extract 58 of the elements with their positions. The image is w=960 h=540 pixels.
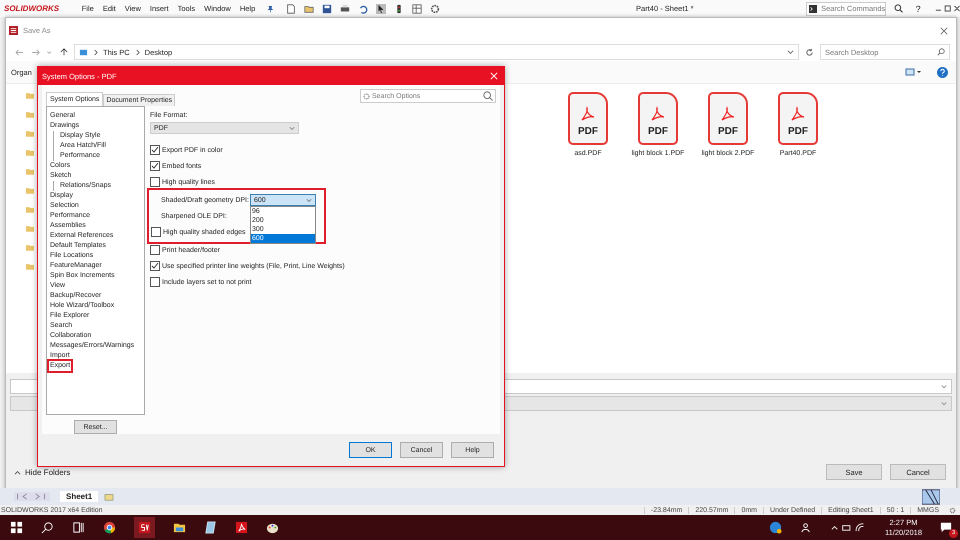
sheet-tab[interactable]: Sheet1 xyxy=(60,491,98,502)
pdf-file-icon: PDF xyxy=(708,92,748,145)
caret-icon[interactable] xyxy=(289,125,295,131)
checkbox[interactable] xyxy=(150,145,160,155)
help-icon[interactable] xyxy=(769,521,782,534)
pdf-file-icon: PDF xyxy=(638,92,678,145)
caret-icon[interactable] xyxy=(941,384,947,390)
app-logo: SOLIDWORKS xyxy=(4,4,60,13)
computer-icon xyxy=(79,48,88,56)
new-document-icon[interactable] xyxy=(286,4,296,14)
task-view-icon[interactable] xyxy=(72,521,85,534)
browser-icon[interactable] xyxy=(103,521,116,534)
up-arrow-icon[interactable] xyxy=(60,48,68,56)
search-icon[interactable] xyxy=(894,3,904,14)
close-icon[interactable] xyxy=(940,26,948,34)
pin-icon[interactable] xyxy=(267,4,274,12)
gear-icon xyxy=(363,92,370,100)
folder-icon[interactable] xyxy=(173,521,186,534)
cad-app-icon[interactable] xyxy=(134,517,155,538)
print-icon[interactable] xyxy=(340,4,350,14)
help-button[interactable]: ? xyxy=(916,4,921,14)
caret-icon[interactable] xyxy=(306,197,312,203)
caret-icon xyxy=(14,468,21,476)
drawing-preview-icon xyxy=(922,488,940,504)
app-icon xyxy=(9,26,18,35)
settings-icon[interactable] xyxy=(430,4,440,14)
sheet-navigation-icon[interactable] xyxy=(12,492,52,501)
window-controls-icon[interactable] xyxy=(934,4,960,13)
windows-start-icon[interactable] xyxy=(10,521,23,534)
search-icon xyxy=(937,48,945,56)
help-icon[interactable] xyxy=(937,66,948,78)
checkbox[interactable] xyxy=(150,261,160,271)
pdf-file-icon: PDF xyxy=(778,92,818,145)
notification-icon[interactable] xyxy=(940,520,952,532)
chevron-icon xyxy=(134,48,140,56)
settings-icon[interactable] xyxy=(949,506,956,514)
chevron-icon xyxy=(93,48,98,56)
paint-palette-icon[interactable] xyxy=(266,521,279,534)
undo-icon[interactable] xyxy=(358,4,368,14)
checkbox[interactable] xyxy=(150,161,160,171)
notepad-icon[interactable] xyxy=(204,521,217,534)
pdf-file-icon: PDF xyxy=(568,92,608,145)
pdf-reader-icon[interactable] xyxy=(235,521,248,534)
folder-icon[interactable] xyxy=(304,4,314,14)
search-icon xyxy=(483,91,493,101)
caret-icon[interactable] xyxy=(787,48,794,56)
checkbox[interactable] xyxy=(150,245,160,255)
refresh-icon[interactable] xyxy=(805,48,814,56)
cursor-icon[interactable] xyxy=(376,4,386,14)
command-icon xyxy=(809,4,818,12)
view-options-icon[interactable] xyxy=(905,67,921,77)
checkbox[interactable] xyxy=(150,277,160,287)
save-icon[interactable] xyxy=(322,4,332,14)
hide-folders-toggle[interactable]: Hide Folders xyxy=(10,468,70,476)
checkbox[interactable] xyxy=(150,177,160,187)
checkbox[interactable] xyxy=(151,227,161,237)
search-icon[interactable] xyxy=(41,521,54,534)
grid-icon[interactable] xyxy=(412,4,422,14)
